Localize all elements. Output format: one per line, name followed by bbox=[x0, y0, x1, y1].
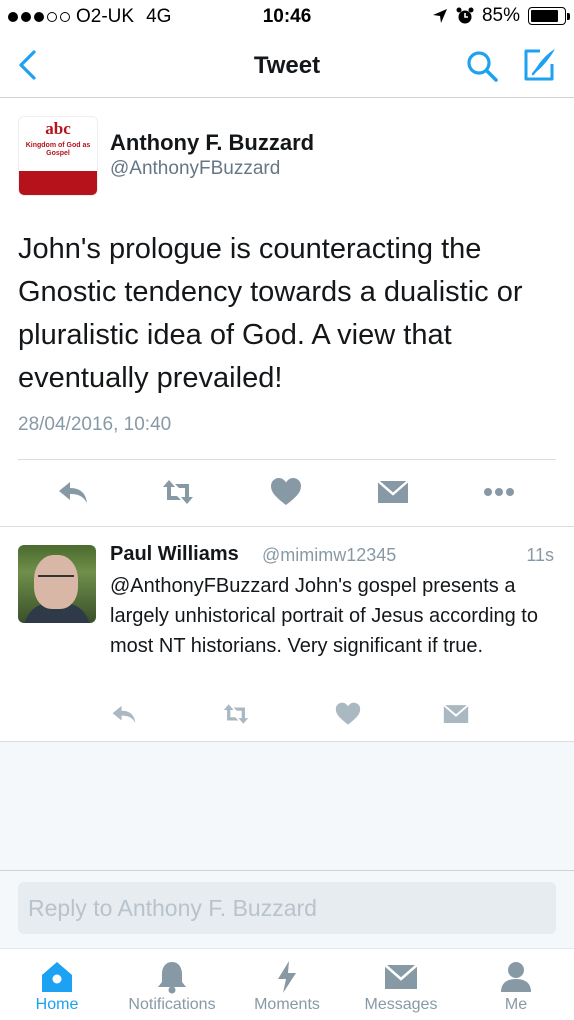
tab-messages[interactable]: Messages bbox=[352, 949, 450, 1020]
envelope-icon bbox=[384, 964, 418, 989]
like-icon[interactable] bbox=[269, 476, 303, 508]
tab-label: Moments bbox=[254, 996, 320, 1013]
retweet-icon[interactable] bbox=[161, 476, 195, 508]
location-arrow-icon bbox=[432, 9, 447, 23]
lightning-icon bbox=[278, 961, 296, 993]
battery-icon bbox=[528, 7, 570, 25]
status-right: 85% bbox=[432, 5, 570, 27]
reply-icon[interactable] bbox=[110, 701, 138, 727]
empty-area bbox=[0, 742, 574, 870]
home-icon bbox=[42, 962, 72, 992]
avatar-logo: abc bbox=[45, 119, 71, 138]
battery-percent: 85% bbox=[481, 5, 520, 26]
reply-input[interactable] bbox=[18, 882, 556, 934]
tab-bar: Home Notifications Moments Messages Me bbox=[0, 948, 574, 1020]
tweet-header: abc Kingdom of God as Gospel Anthony F. … bbox=[18, 116, 558, 196]
reply-actions bbox=[0, 699, 574, 729]
tweet-timestamp: 28/04/2016, 10:40 bbox=[18, 414, 172, 435]
tab-label: Home bbox=[35, 996, 79, 1013]
tweet-text: John's prologue is counteracting the Gno… bbox=[18, 233, 523, 394]
reply-bar bbox=[0, 870, 574, 948]
alarm-clock-icon bbox=[456, 7, 474, 24]
tweet-actions bbox=[0, 470, 574, 514]
divider bbox=[0, 526, 574, 527]
tab-notifications[interactable]: Notifications bbox=[114, 949, 230, 1020]
status-bar: O2-UK 4G 10:46 85% bbox=[0, 0, 574, 34]
bell-icon bbox=[158, 962, 186, 994]
more-options-icon[interactable] bbox=[482, 476, 516, 508]
compose-icon[interactable] bbox=[520, 46, 558, 84]
retweet-icon[interactable] bbox=[222, 701, 250, 727]
reply-author-handle[interactable]: @mimimw12345 bbox=[262, 545, 396, 566]
divider bbox=[18, 459, 556, 460]
tab-label: Me bbox=[504, 996, 528, 1013]
reply-tweet[interactable]: Paul Williams @mimimw12345 11s @AnthonyF… bbox=[0, 541, 574, 741]
avatar-red-strip bbox=[19, 171, 97, 195]
person-icon bbox=[501, 962, 531, 992]
author-name[interactable]: Anthony F. Buzzard bbox=[110, 130, 314, 156]
avatar[interactable]: abc Kingdom of God as Gospel bbox=[18, 116, 98, 196]
avatar[interactable] bbox=[18, 545, 96, 623]
direct-message-icon[interactable] bbox=[442, 701, 470, 727]
tab-me[interactable]: Me bbox=[478, 949, 554, 1020]
reply-icon[interactable] bbox=[56, 476, 90, 508]
like-icon[interactable] bbox=[334, 701, 362, 727]
reply-author-name[interactable]: Paul Williams bbox=[110, 543, 239, 566]
reply-time: 11s bbox=[526, 545, 554, 565]
tab-home[interactable]: Home bbox=[14, 949, 100, 1020]
tab-label: Notifications bbox=[128, 996, 216, 1013]
tab-moments[interactable]: Moments bbox=[242, 949, 332, 1020]
avatar-banner-text: Kingdom of God as Gospel bbox=[25, 142, 91, 157]
direct-message-icon[interactable] bbox=[376, 476, 410, 508]
search-icon[interactable] bbox=[464, 48, 500, 84]
tab-label: Messages bbox=[364, 996, 438, 1013]
author-handle[interactable]: @AnthonyFBuzzard bbox=[110, 158, 280, 180]
reply-text: @AnthonyFBuzzard John's gospel presents … bbox=[110, 575, 538, 657]
nav-bar: Tweet bbox=[0, 34, 574, 98]
